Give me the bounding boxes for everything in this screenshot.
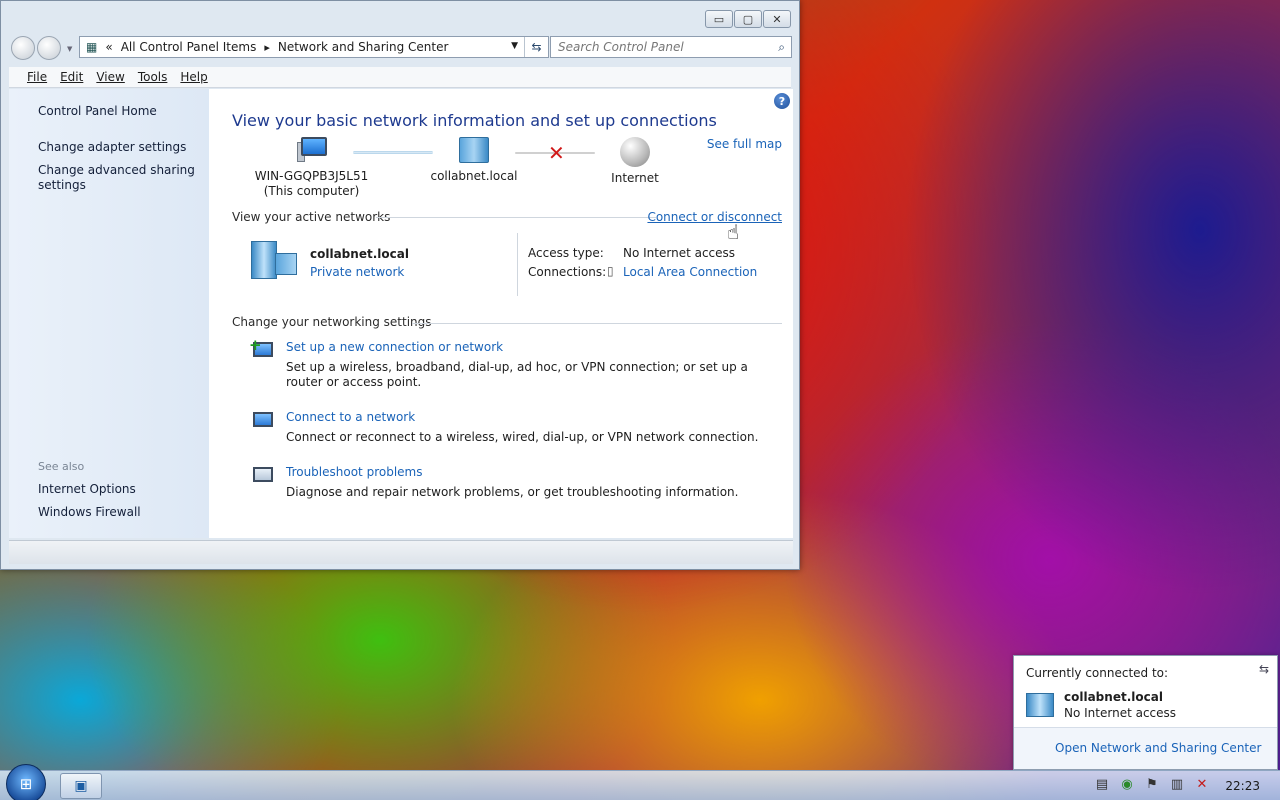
flyout-network-icon: [1026, 693, 1054, 717]
divider: [376, 217, 656, 218]
maximize-button[interactable]: ▢: [734, 10, 762, 28]
security-shield-icon[interactable]: ◉: [1119, 777, 1135, 792]
search-icon[interactable]: ⌕: [778, 40, 785, 55]
computer-name: WIN-GGQPB3J5L51: [254, 169, 369, 183]
troubleshoot-problems-desc: Diagnose and repair network problems, or…: [286, 485, 739, 499]
map-node-network: collabnet.local: [424, 137, 524, 184]
access-type-value: No Internet access: [623, 246, 736, 260]
map-node-internet: Internet: [595, 137, 675, 186]
help-icon[interactable]: ?: [774, 93, 790, 109]
flyout-header: Currently connected to:: [1026, 666, 1169, 680]
see-full-map-link[interactable]: See full map: [707, 137, 782, 151]
local-area-connection-link[interactable]: Local Area Connection: [623, 265, 757, 279]
breadcrumb-network-sharing-center[interactable]: Network and Sharing Center: [278, 40, 449, 54]
new-connection-icon: +: [249, 336, 275, 361]
change-settings-header: Change your networking settings: [232, 315, 432, 329]
divider: [412, 323, 782, 324]
no-connection-x-icon: ✕: [548, 141, 565, 165]
computer-icon: [296, 137, 327, 163]
address-dropdown-icon[interactable]: ▼: [511, 41, 518, 51]
divider: [517, 233, 518, 296]
address-overflow[interactable]: «: [105, 40, 112, 54]
network-icon: [459, 137, 489, 163]
setup-new-connection-link[interactable]: Set up a new connection or network: [286, 340, 503, 354]
menu-help[interactable]: Help: [180, 70, 207, 84]
connect-network-icon: [251, 409, 275, 431]
menu-view[interactable]: View: [96, 70, 124, 84]
network-type-link[interactable]: Private network: [310, 265, 404, 279]
network-building-icon: [251, 241, 297, 279]
troubleshoot-problems-link[interactable]: Troubleshoot problems: [286, 465, 422, 479]
action-center-flag-icon[interactable]: ⚑: [1144, 777, 1160, 792]
status-bar: [9, 540, 793, 564]
navigation-bar: ▼ ▦ « All Control Panel Items ▸ Network …: [9, 33, 792, 60]
search-input[interactable]: Search Control Panel ⌕: [550, 36, 792, 58]
globe-icon: [620, 137, 650, 167]
flyout-network-status: No Internet access: [1064, 706, 1177, 720]
map-node-computer: WIN-GGQPB3J5L51 (This computer): [249, 137, 374, 199]
change-adapter-settings-link[interactable]: Change adapter settings: [38, 140, 203, 155]
network-tray-icon[interactable]: ▥: [1169, 777, 1185, 792]
taskbar: ⊞ ▣ ▤ ◉ ⚑ ▥ ✕ 22:23: [0, 764, 1280, 800]
setup-new-connection-desc: Set up a wireless, broadband, dial-up, a…: [286, 360, 748, 389]
menu-edit[interactable]: Edit: [60, 70, 83, 84]
taskbar-control-panel-button[interactable]: ▣: [60, 773, 102, 799]
access-type-label: Access type:: [528, 246, 604, 260]
minimize-button[interactable]: ▭: [705, 10, 733, 28]
active-network-name: collabnet.local: [310, 247, 409, 261]
control-panel-icon: ▣: [74, 778, 88, 794]
map-network-name: collabnet.local: [430, 169, 518, 183]
active-networks-header: View your active networks: [232, 210, 391, 224]
system-tray: ▤ ◉ ⚑ ▥ ✕: [1094, 777, 1210, 792]
start-button[interactable]: ⊞: [6, 764, 46, 800]
task-pane: Control Panel Home Change adapter settin…: [9, 89, 209, 538]
windows-firewall-link[interactable]: Windows Firewall: [38, 505, 203, 520]
connections-label: Connections:: [528, 265, 607, 279]
windows-logo-icon: ⊞: [19, 775, 33, 793]
troubleshoot-icon: [251, 464, 275, 486]
menu-bar: File Edit View Tools Help: [9, 67, 791, 88]
open-network-sharing-center-link[interactable]: Open Network and Sharing Center: [1055, 741, 1261, 755]
change-advanced-sharing-link[interactable]: Change advanced sharing settings: [38, 163, 203, 193]
map-link-line: [353, 151, 433, 154]
back-button[interactable]: [11, 36, 35, 60]
flyout-footer: Open Network and Sharing Center: [1014, 727, 1277, 769]
connect-or-disconnect-link[interactable]: Connect or disconnect: [647, 210, 782, 224]
page-title: View your basic network information and …: [232, 111, 717, 130]
breadcrumb-all-control-panel-items[interactable]: All Control Panel Items: [121, 40, 257, 54]
hand-cursor-icon: ☝: [727, 220, 740, 244]
breadcrumb-separator-icon[interactable]: ▸: [264, 41, 270, 54]
see-also-label: See also: [38, 460, 85, 473]
flyout-network-name: collabnet.local: [1064, 690, 1163, 704]
control-panel-home-link[interactable]: Control Panel Home: [38, 104, 203, 119]
clock[interactable]: 22:23: [1225, 779, 1260, 793]
network-sharing-center-window: ▭ ▢ ✕ ▼ ▦ « All Control Panel Items ▸ Ne…: [0, 0, 800, 570]
menu-tools[interactable]: Tools: [138, 70, 168, 84]
connect-to-network-desc: Connect or reconnect to a wireless, wire…: [286, 430, 759, 444]
network-swap-icon[interactable]: ⇆: [1259, 662, 1269, 676]
forward-button[interactable]: [37, 36, 61, 60]
computer-sub: (This computer): [263, 184, 360, 198]
ethernet-icon: ▯: [607, 264, 614, 278]
control-panel-icon: ▦: [86, 40, 98, 54]
main-content: ? View your basic network information an…: [209, 89, 793, 538]
caption-buttons: ▭ ▢ ✕: [705, 10, 791, 28]
search-placeholder: Search Control Panel: [558, 40, 684, 54]
recent-pages-dropdown-icon[interactable]: ▼: [67, 45, 72, 53]
volume-muted-icon[interactable]: ✕: [1194, 777, 1210, 792]
close-button[interactable]: ✕: [763, 10, 791, 28]
internet-options-link[interactable]: Internet Options: [38, 482, 203, 497]
document-icon[interactable]: ▤: [1094, 777, 1110, 792]
refresh-icon[interactable]: ⇆: [524, 37, 548, 57]
address-bar[interactable]: ▦ « All Control Panel Items ▸ Network an…: [79, 36, 549, 58]
connect-to-network-link[interactable]: Connect to a network: [286, 410, 415, 424]
network-flyout: Currently connected to: ⇆ collabnet.loca…: [1013, 655, 1278, 770]
menu-file[interactable]: File: [27, 70, 47, 84]
map-internet-label: Internet: [611, 171, 659, 185]
